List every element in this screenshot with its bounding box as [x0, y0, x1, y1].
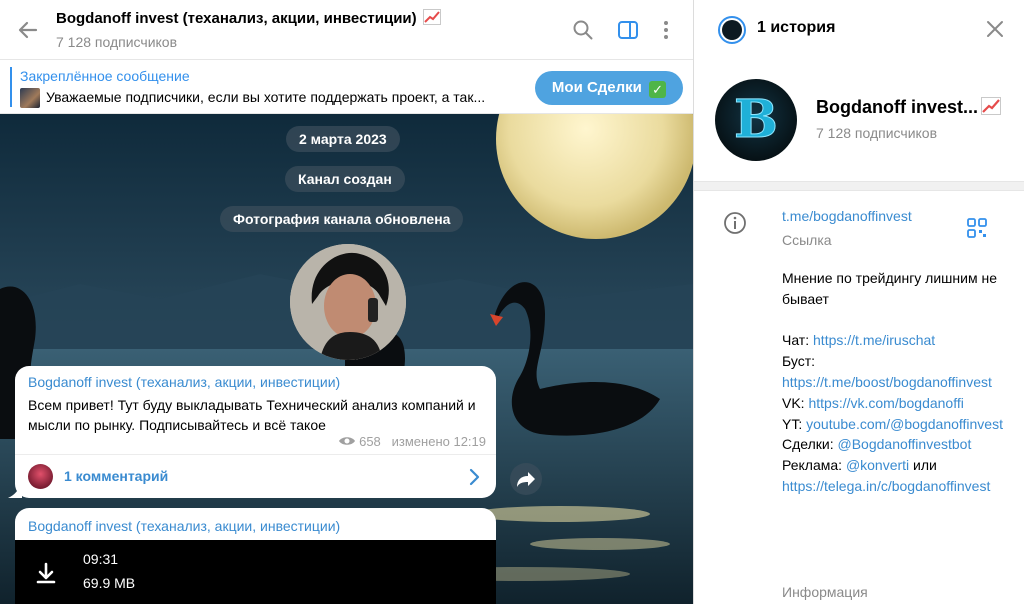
- back-arrow-icon[interactable]: [14, 16, 42, 44]
- deals-label: Сделки:: [782, 436, 838, 453]
- checkmark-emoji-icon: ✓: [649, 81, 667, 98]
- chart-up-emoji-icon: [422, 9, 441, 25]
- pinned-thumbnail: [20, 88, 40, 108]
- pinned-message-bar[interactable]: Закреплённое сообщение Уважаемые подписч…: [0, 61, 693, 114]
- deals-bot-link[interactable]: @Bogdanoffinvestbot: [838, 436, 972, 452]
- video-preview[interactable]: 09:31 69.9 MB: [15, 540, 496, 604]
- section-separator: [694, 181, 1024, 191]
- chat-header: Bogdanoff invest (теханализ, акции, инве…: [0, 0, 693, 60]
- chart-up-emoji-icon: [981, 97, 1001, 115]
- channel-title[interactable]: Bogdanoff invest (теханализ, акции, инве…: [56, 9, 441, 27]
- description-line: Мнение по трейдингу лишним не бывает: [782, 270, 997, 307]
- channel-title-text: Bogdanoff invest (теханализ, акции, инве…: [56, 10, 417, 27]
- channel-logo-letter: B: [734, 89, 778, 150]
- chat-area[interactable]: 2 марта 2023 Канал создан Фотография кан…: [0, 114, 693, 604]
- channel-photo-image: [290, 244, 406, 360]
- ads-handle-link[interactable]: @konverti: [846, 457, 909, 473]
- info-icon: [724, 212, 746, 234]
- more-vertical-icon[interactable]: [654, 18, 678, 42]
- ads-url-link[interactable]: https://telega.in/c/bogdanoffinvest: [782, 478, 990, 494]
- message-meta: 658 изменено 12:19: [338, 434, 486, 449]
- share-button[interactable]: [510, 463, 542, 495]
- channel-name: Bogdanoff invest...: [816, 97, 978, 117]
- boost-link[interactable]: https://t.me/boost/bogdanoffinvest: [782, 374, 992, 390]
- message-text: Всем привет! Тут буду выкладывать Технич…: [28, 397, 476, 433]
- info-label: Информация: [782, 584, 868, 600]
- chat-label: Чат:: [782, 332, 814, 349]
- yt-label: YT:: [782, 415, 807, 432]
- sidebar-toggle-icon[interactable]: [616, 18, 640, 42]
- channel-subscribers: 7 128 подписчиков: [56, 34, 178, 50]
- video-size: 69.9 MB: [83, 575, 136, 591]
- commenter-avatar: [28, 464, 53, 489]
- my-deals-button[interactable]: Мои Сделки ✓: [535, 71, 683, 105]
- eye-icon: [339, 437, 356, 445]
- channel-link-label: Ссылка: [782, 232, 832, 248]
- channel-description: Мнение по трейдингу лишним не бывает Чат…: [782, 268, 1004, 497]
- share-icon: [517, 472, 535, 487]
- service-channel-created: Канал создан: [285, 166, 405, 192]
- video-duration: 09:31: [83, 551, 119, 567]
- ads-or: или: [909, 457, 937, 474]
- message-author[interactable]: Bogdanoff invest (теханализ, акции, инве…: [28, 374, 340, 390]
- vk-link[interactable]: https://vk.com/bogdanoffi: [808, 395, 963, 411]
- channel-info-panel: 1 история B Bogdanoff invest... 7 128 по…: [693, 0, 1024, 604]
- service-photo-updated: Фотография канала обновлена: [220, 206, 464, 232]
- qr-code-icon[interactable]: [966, 217, 988, 239]
- pinned-label: Закреплённое сообщение: [20, 68, 190, 84]
- channel-photo[interactable]: [290, 244, 406, 360]
- channel-logo: B: [734, 89, 779, 151]
- message-edited-time: изменено 12:19: [391, 434, 486, 449]
- yt-link[interactable]: youtube.com/@bogdanoffinvest: [806, 416, 1003, 432]
- channel-avatar[interactable]: B: [715, 79, 797, 161]
- comments-button[interactable]: 1 комментарий: [15, 455, 496, 498]
- chat-link[interactable]: https://t.me/iruschat: [813, 332, 935, 348]
- comments-label: 1 комментарий: [64, 468, 169, 484]
- vk-label: VK:: [782, 394, 809, 411]
- close-icon[interactable]: [984, 18, 1006, 40]
- ads-label: Реклама:: [782, 457, 846, 474]
- chat-pane: Bogdanoff invest (теханализ, акции, инве…: [0, 0, 693, 604]
- stories-title[interactable]: 1 история: [757, 19, 835, 37]
- video-message-bubble[interactable]: Bogdanoff invest (теханализ, акции, инве…: [15, 508, 496, 604]
- channel-subscribers-count: 7 128 подписчиков: [816, 125, 938, 141]
- pinned-accent-bar: [10, 67, 12, 107]
- story-avatar[interactable]: [718, 16, 746, 44]
- message-author[interactable]: Bogdanoff invest (теханализ, акции, инве…: [28, 518, 340, 534]
- download-icon[interactable]: [35, 562, 57, 584]
- pinned-text: Уважаемые подписчики, если вы хотите под…: [46, 89, 486, 105]
- message-bubble[interactable]: Bogdanoff invest (теханализ, акции, инве…: [15, 366, 496, 498]
- boost-label: Буст:: [782, 353, 816, 370]
- channel-link[interactable]: t.me/bogdanoffinvest: [782, 208, 912, 224]
- my-deals-button-label: Мои Сделки: [551, 79, 642, 96]
- service-date: 2 марта 2023: [286, 126, 400, 152]
- search-icon[interactable]: [571, 18, 595, 42]
- message-views: 658: [359, 434, 381, 449]
- chevron-right-icon: [469, 468, 480, 486]
